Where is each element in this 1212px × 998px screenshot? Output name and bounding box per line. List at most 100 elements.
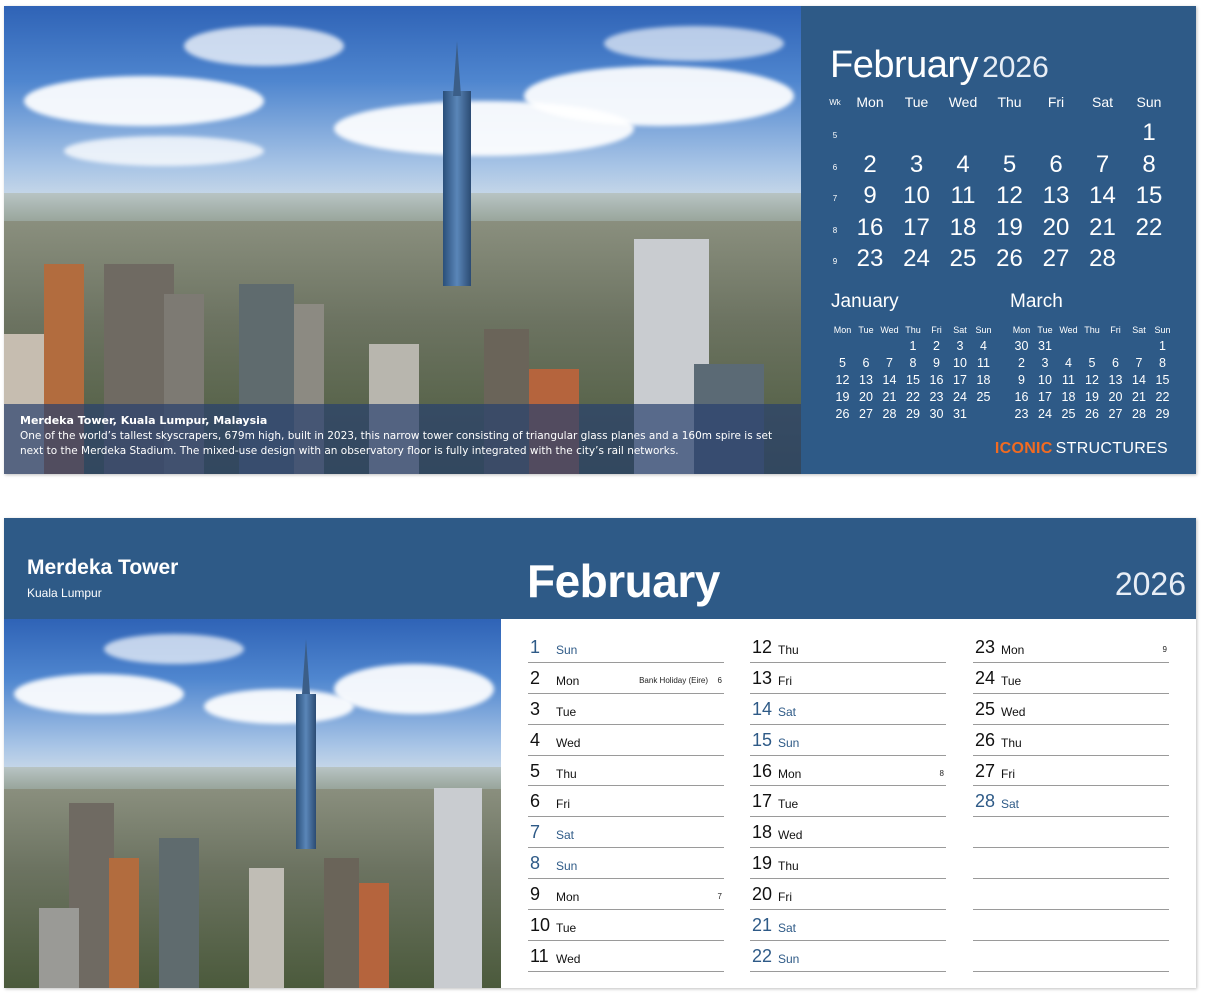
day-of-week: Mon: [1001, 643, 1025, 657]
weekday-header: Sat: [1091, 94, 1113, 110]
year-title: 2026: [1114, 566, 1186, 602]
mini-calendar-day: 2: [1018, 356, 1025, 370]
caption-title: Merdeka Tower, Kuala Lumpur, Malaysia: [20, 414, 268, 427]
weekday-header: Sun: [1136, 94, 1162, 110]
mini-calendar-day: 4: [1065, 356, 1072, 370]
diary-row: 22 Sun: [750, 941, 946, 972]
day-number: 10: [530, 915, 551, 936]
diary-row: 17 Tue: [750, 786, 946, 818]
mini-calendar-day: 23: [929, 390, 944, 404]
day-of-week: Thu: [778, 859, 799, 874]
building: [434, 788, 482, 988]
weekday-header: Mon: [856, 94, 884, 110]
diary-row: 20 Fri: [750, 879, 946, 911]
calendar-day: 9: [863, 182, 877, 209]
diary-row: 3 Tue: [528, 694, 724, 725]
calendar-day: 22: [1135, 213, 1163, 241]
mini-month-title: March: [1010, 291, 1063, 312]
calendar-day: 4: [956, 150, 970, 178]
mini-calendar-day: 29: [906, 407, 920, 421]
cloud: [604, 26, 784, 61]
mini-weekday-header: Thu: [1084, 325, 1100, 335]
day-of-week: Wed: [556, 951, 581, 966]
cloud: [334, 664, 494, 714]
mini-calendar-day: 26: [1085, 407, 1099, 421]
month-title: February: [527, 555, 720, 607]
mini-calendar-day: 14: [882, 373, 897, 387]
calendar-day: 10: [903, 182, 930, 209]
week-number: 6: [832, 162, 838, 172]
day-number: 20: [752, 884, 773, 905]
cloud: [14, 674, 184, 714]
day-number: 4: [530, 729, 541, 750]
day-of-week: Mon: [556, 890, 580, 905]
day-number: 7: [530, 822, 541, 843]
merdeka-tower-photo: Merdeka Tower, Kuala Lumpur, Malaysia On…: [4, 6, 801, 474]
diary-row: 10 Tue: [528, 910, 724, 941]
mini-calendar-day: 5: [839, 356, 846, 370]
mini-calendar-day: 30: [1014, 339, 1029, 353]
diary-row: 28 Sat: [973, 786, 1169, 818]
day-of-week: Thu: [556, 766, 577, 781]
month-calendar-panel: February 2026 Wk Mon Tue Wed Thu Fri Sat Sun 5 6 7 8…: [801, 6, 1196, 474]
merdeka-tower: [443, 91, 471, 286]
day-number: 14: [752, 698, 773, 719]
mini-weekday-header: Mon: [1012, 325, 1031, 335]
calendar-day: 1: [1142, 119, 1156, 146]
calendar-day: 6: [1049, 150, 1063, 178]
building: [359, 883, 389, 988]
day-number: 16: [752, 760, 773, 781]
cloud: [204, 689, 354, 724]
mini-calendar-day: 23: [1014, 407, 1029, 421]
mini-calendar-day: 18: [1061, 390, 1076, 404]
diary-row: 7 Sat: [528, 817, 724, 849]
cloud: [24, 76, 264, 126]
mini-calendar-day: 6: [862, 356, 870, 370]
day-number: 21: [752, 915, 773, 936]
diary-row: 25 Wed: [973, 694, 1169, 725]
mini-weekday-header: Wed: [1059, 325, 1078, 335]
calendar-day: 13: [1042, 182, 1070, 209]
calendar-day: 7: [1095, 150, 1110, 178]
mini-calendar-day: 3: [956, 339, 964, 353]
diary-row: 27 Fri: [973, 756, 1169, 787]
month-name: February: [830, 44, 979, 86]
week-number: 7: [717, 892, 722, 902]
day-of-week: Wed: [1001, 704, 1026, 719]
building: [249, 868, 284, 988]
week-number: 9: [832, 257, 838, 266]
mini-weekday-header: Fri: [931, 325, 942, 335]
calendar-day: 23: [856, 245, 884, 272]
calendar-day: 20: [1042, 213, 1070, 241]
mini-calendar-day: 24: [953, 390, 967, 404]
calendar-day: 25: [949, 245, 977, 272]
diary-row: 19 Thu: [750, 848, 946, 880]
mini-calendar-day: 30: [929, 407, 944, 421]
day-of-week: Wed: [778, 828, 803, 843]
day-of-week: Fri: [778, 673, 792, 688]
mini-calendar-day: 29: [1155, 407, 1170, 421]
day-number: 5: [530, 760, 541, 781]
building: [159, 838, 199, 988]
day-of-week: Sun: [556, 643, 578, 657]
diary-row: 1 Sun: [528, 632, 724, 663]
day-of-week: Sun: [778, 951, 800, 966]
diary-row: 21 Sat: [750, 910, 946, 941]
mini-calendar-day: 19: [1085, 390, 1099, 404]
day-of-week: Mon: [556, 673, 580, 688]
brand-iconic: ICONIC: [994, 440, 1053, 457]
brand-structures: STRUCTURES: [1055, 440, 1168, 457]
cloud: [64, 136, 264, 166]
day-of-week: Sat: [778, 921, 797, 936]
day-of-week: Fri: [1001, 766, 1015, 781]
desk-calendar-top-page: Merdeka Tower, Kuala Lumpur, Malaysia On…: [4, 6, 1196, 474]
tower-spire: [302, 639, 310, 694]
mini-calendar-day: 7: [1135, 356, 1143, 370]
mini-calendar-day: 24: [1038, 407, 1052, 421]
brand-logo: ICONIC STRUCTURES: [995, 440, 1168, 458]
diary-row: 26 Thu: [973, 725, 1169, 756]
week-number: 8: [939, 768, 944, 778]
diary-row: 11 Wed: [528, 941, 724, 972]
mini-calendar-day: 7: [886, 356, 893, 370]
mini-calendar-day: 14: [1132, 373, 1146, 387]
